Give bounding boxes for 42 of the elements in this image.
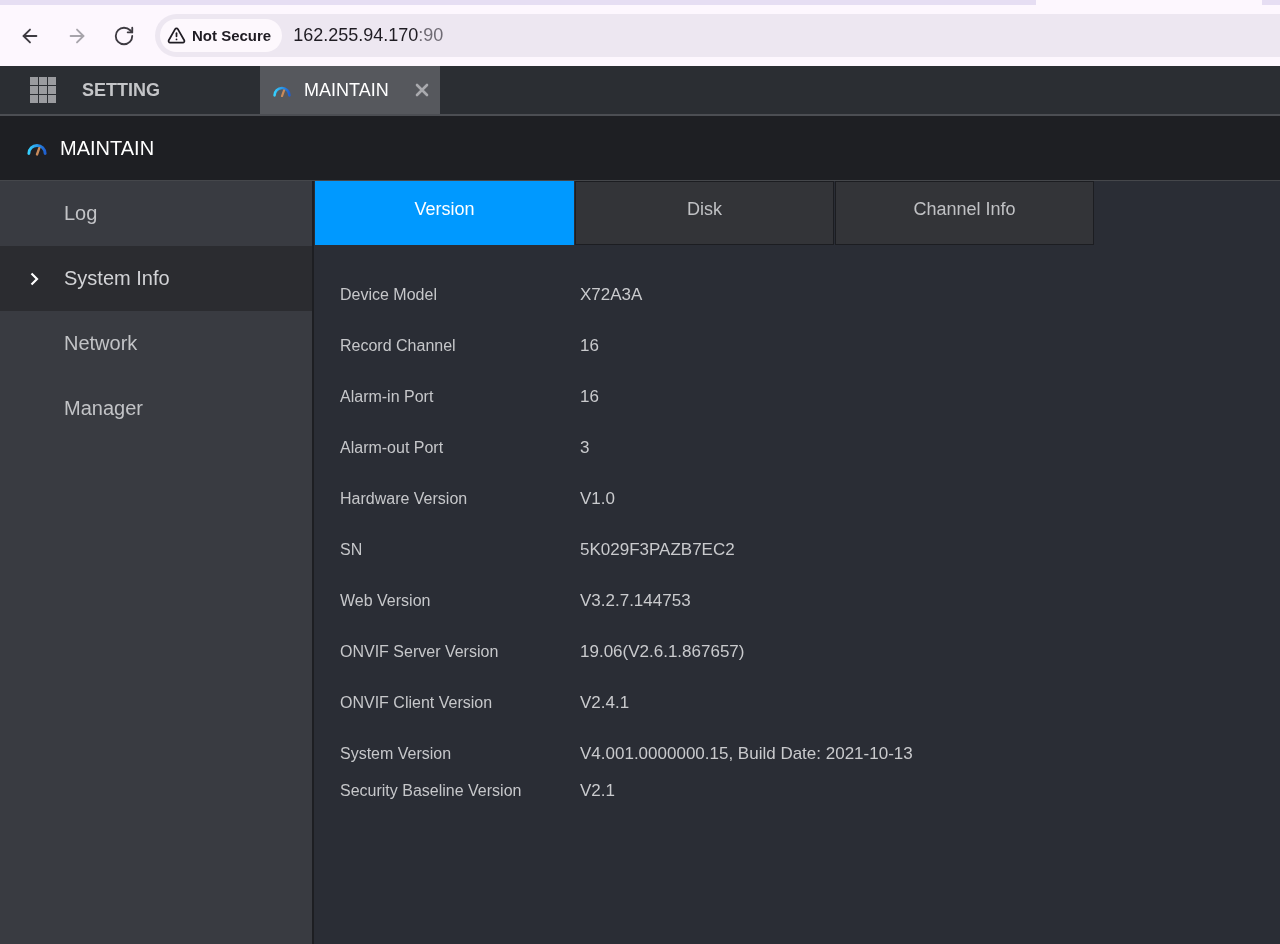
info-value: 16: [580, 335, 599, 356]
info-label: Hardware Version: [340, 489, 469, 508]
app-tab[interactable]: SETTING: [0, 66, 260, 114]
info-label: System Version: [340, 744, 453, 763]
chevron-icon: [29, 271, 39, 286]
info-value: 3: [580, 437, 590, 458]
sidebar-item[interactable]: Manager: [0, 376, 312, 441]
sidebar-item[interactable]: Log: [0, 181, 312, 246]
sidebar-item[interactable]: Network: [0, 311, 312, 376]
info-label: Security Baseline Version: [340, 781, 523, 800]
info-value: 16: [580, 386, 599, 407]
info-label: ONVIF Server Version: [340, 642, 500, 661]
tab-label: SETTING: [82, 79, 160, 101]
app-tab[interactable]: MAINTAIN: [260, 66, 440, 114]
info-label: ONVIF Client Version: [340, 693, 494, 712]
tab[interactable]: Channel Info: [835, 181, 1094, 245]
reload-icon: [113, 24, 135, 47]
info-label: Record Channel: [340, 336, 457, 355]
info-value: 5K029F3PAZB7EC2: [580, 539, 735, 560]
info-value: V4.001.0000000.15, Build Date: 2021-10-13: [580, 743, 913, 764]
warning-icon: [167, 26, 186, 45]
info-label: Alarm-in Port: [340, 387, 435, 406]
grid-icon[interactable]: [30, 77, 56, 103]
close-button[interactable]: [414, 83, 429, 97]
sidebar-item[interactable]: System Info: [0, 246, 312, 311]
info-value: X72A3A: [580, 284, 643, 305]
info-value: V1.0: [580, 488, 615, 509]
close-icon: [414, 83, 429, 97]
info-value: 19.06(V2.6.1.867657): [580, 641, 745, 662]
info-label: Alarm-out Port: [340, 438, 445, 457]
security-chip[interactable]: Not Secure: [160, 19, 283, 52]
info-value: V3.2.7.144753: [580, 590, 691, 611]
info-value: V2.1: [580, 780, 615, 801]
tab-label: MAINTAIN: [304, 79, 389, 101]
info-label: SN: [340, 540, 364, 559]
url-text: 162.255.94.170:90: [293, 25, 444, 46]
address-bar[interactable]: Not Secure 162.255.94.170:90: [155, 14, 1280, 57]
page-title: MAINTAIN: [60, 136, 155, 160]
info-label: Device Model: [340, 285, 438, 304]
info-label: Web Version: [340, 591, 432, 610]
info-value: V2.4.1: [580, 692, 630, 713]
tab[interactable]: Disk: [575, 181, 834, 245]
